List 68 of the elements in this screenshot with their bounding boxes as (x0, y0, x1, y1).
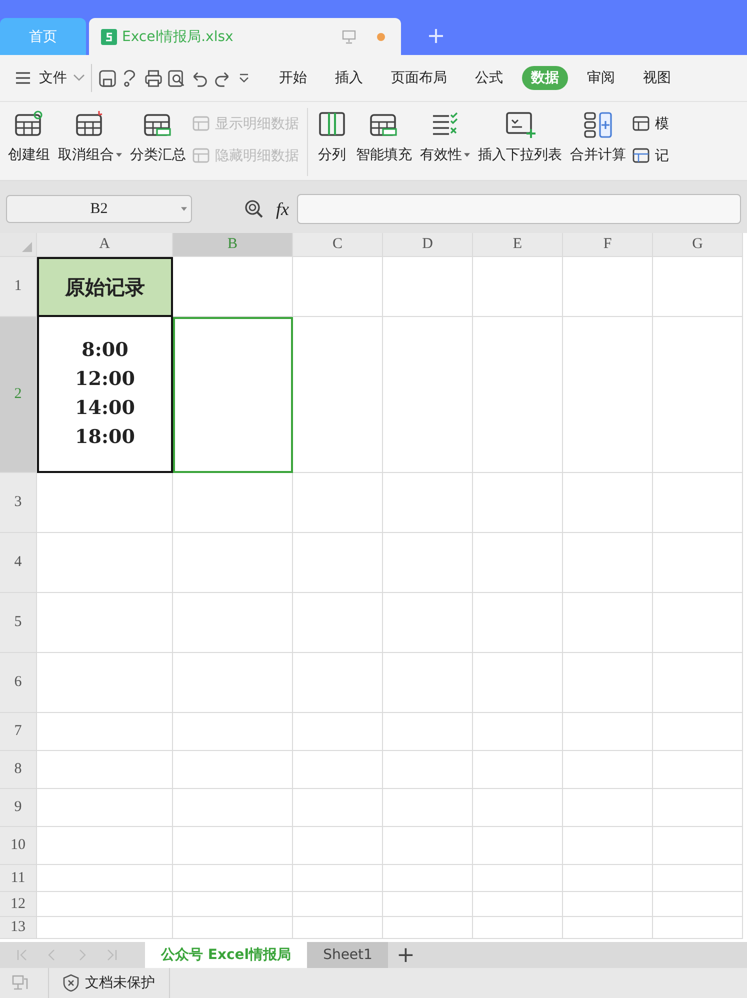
column-header[interactable]: G (653, 233, 743, 257)
column-header[interactable]: F (563, 233, 653, 257)
row-header[interactable]: 4 (0, 533, 37, 593)
unsaved-dot (377, 32, 385, 40)
add-sheet-button[interactable]: + (388, 942, 423, 968)
header-cell: 原始记录 (37, 257, 173, 317)
dropdown-arrow-icon (181, 207, 187, 211)
dropdown-arrow-icon (116, 153, 122, 157)
ribbon-tab[interactable]: 公式 (466, 66, 512, 90)
ribbon-tab[interactable]: 审阅 (578, 66, 624, 90)
triangle-icon (22, 242, 32, 252)
chevron-down-icon[interactable] (73, 74, 85, 82)
select-all-corner[interactable] (0, 233, 37, 257)
row-header[interactable]: 9 (0, 789, 37, 827)
dropdown-arrow-icon (464, 153, 470, 157)
spreadsheet-icon (101, 28, 117, 44)
row-header[interactable]: 3 (0, 473, 37, 533)
ribbon-tab[interactable]: 视图 (634, 66, 680, 90)
function-button[interactable]: fx (276, 198, 289, 220)
ribbon-button[interactable]: 合并计算 (568, 108, 628, 172)
row-header[interactable]: 11 (0, 865, 37, 892)
ribbon-button[interactable]: 分类汇总 (128, 108, 188, 172)
ribbon-tab[interactable]: 开始 (270, 66, 316, 90)
table-icon (632, 115, 652, 133)
columns-icon (316, 110, 348, 138)
row-header[interactable]: 13 (0, 917, 37, 939)
ribbon-tab[interactable]: 插入 (326, 66, 372, 90)
table-icon (192, 115, 212, 133)
zoom-icon[interactable] (244, 199, 264, 219)
menu-icon[interactable] (14, 70, 32, 86)
name-box[interactable]: B2 (6, 195, 192, 223)
column-header[interactable]: A (37, 233, 173, 257)
sheet-tab[interactable]: Sheet1 (307, 942, 388, 968)
row-header[interactable]: 6 (0, 653, 37, 713)
ribbon-button[interactable]: 插入下拉列表 (476, 108, 564, 172)
ribbon-button[interactable]: 取消组合 (56, 108, 124, 172)
row-header[interactable]: 12 (0, 892, 37, 917)
row-header[interactable]: 8 (0, 751, 37, 789)
row-header[interactable]: 1 (0, 257, 37, 317)
table-icon (13, 110, 45, 138)
protection-status[interactable]: 文档未保护 (85, 974, 155, 992)
ribbon-tab[interactable]: 页面布局 (382, 66, 456, 90)
time-list-cell: 8:00 12:00 14:00 18:00 (37, 317, 173, 473)
new-tab-icon[interactable] (428, 28, 444, 44)
table-icon (632, 147, 652, 165)
column-header[interactable]: E (473, 233, 563, 257)
save-icon[interactable] (98, 68, 117, 88)
column-header[interactable]: D (383, 233, 473, 257)
row-header[interactable]: 5 (0, 593, 37, 653)
ribbon-button[interactable]: 模 (632, 108, 669, 140)
row-header[interactable]: 7 (0, 713, 37, 751)
merge-icon (582, 110, 614, 138)
ribbon-button[interactable]: 分列 (314, 108, 350, 172)
shield-icon (61, 973, 81, 993)
ribbon-button[interactable]: 智能填充 (354, 108, 414, 172)
row-header[interactable]: 10 (0, 827, 37, 865)
print-preview-icon[interactable] (167, 68, 186, 88)
monitor-icon[interactable] (341, 28, 357, 44)
file-menu[interactable]: 文件 (39, 69, 67, 87)
ribbon-button[interactable]: 创建组 (6, 108, 52, 172)
sheet-tab[interactable]: 公众号 Excel情报局 (145, 942, 308, 968)
ribbon-button[interactable]: 有效性 (418, 108, 472, 172)
formula-input[interactable] (297, 194, 741, 224)
column-header[interactable]: C (293, 233, 383, 257)
print-icon[interactable] (144, 68, 163, 88)
table-icon (192, 147, 212, 165)
ribbon-button[interactable]: 记 (632, 140, 669, 172)
list-add-icon (504, 110, 536, 138)
